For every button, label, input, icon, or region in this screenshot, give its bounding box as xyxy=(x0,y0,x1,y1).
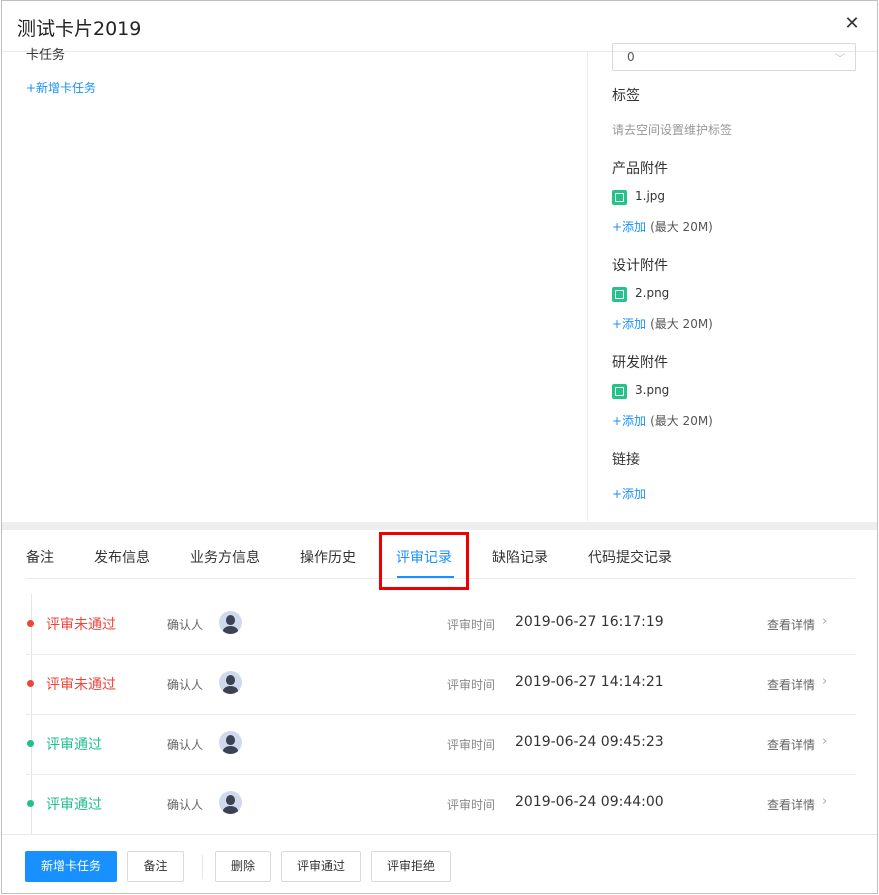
chevron-right-icon[interactable]: › xyxy=(822,674,827,689)
review-time: 2019-06-27 16:17:19 xyxy=(515,614,664,630)
avatar xyxy=(219,611,242,634)
product-attachment-title: 产品附件 xyxy=(612,161,668,177)
design-attachment-add-row: +添加 (最大 20M) xyxy=(612,315,713,332)
review-status: 评审通过 xyxy=(46,737,102,753)
file-name: 2.png xyxy=(635,286,670,300)
dev-attachment-add-row: +添加 (最大 20M) xyxy=(612,412,713,429)
add-link-link[interactable]: +添加 xyxy=(612,487,646,501)
avatar xyxy=(219,731,242,754)
confirmer-label: 确认人 xyxy=(167,618,204,632)
review-time-label: 评审时间 xyxy=(447,618,496,632)
add-card-task-button[interactable]: 新增卡任务 xyxy=(25,851,117,882)
reject-review-button[interactable]: 评审拒绝 xyxy=(371,851,451,882)
size-limit: (最大 20M) xyxy=(650,317,713,331)
card-dialog: 测试卡片2019 ✕ 卡任务 +新增卡任务 0 ﹀ 标签 请去空间设置维护标签 … xyxy=(1,0,878,894)
add-card-task-link[interactable]: +新增卡任务 xyxy=(26,79,96,96)
confirmer-label: 确认人 xyxy=(167,738,204,752)
file-name: 3.png xyxy=(635,383,670,397)
chevron-right-icon[interactable]: › xyxy=(822,734,827,749)
review-status: 评审未通过 xyxy=(46,617,116,633)
left-pane: 卡任务 +新增卡任务 xyxy=(2,48,588,521)
record-tabs: 备注 发布信息 业务方信息 操作历史 评审记录 缺陷记录 代码提交记录 xyxy=(2,530,877,590)
card-task-label: 卡任务 xyxy=(26,48,66,63)
review-record-row: 评审通过 确认人 评审时间 2019-06-24 09:44:00 查看详情 › xyxy=(26,774,856,834)
review-record-row: 评审未通过 确认人 评审时间 2019-06-27 16:17:19 查看详情 … xyxy=(26,594,856,655)
status-dot xyxy=(27,800,34,807)
review-time: 2019-06-24 09:45:23 xyxy=(515,734,664,750)
review-status: 评审未通过 xyxy=(46,677,116,693)
tab-notes[interactable]: 备注 xyxy=(26,547,54,567)
field-select[interactable]: 0 ﹀ xyxy=(612,43,856,71)
select-value: 0 xyxy=(627,50,635,64)
image-file-icon xyxy=(612,190,627,205)
view-details-link[interactable]: 查看详情 xyxy=(767,796,815,813)
avatar xyxy=(219,671,242,694)
review-time: 2019-06-27 14:14:21 xyxy=(515,674,664,690)
tab-release-info[interactable]: 发布信息 xyxy=(94,547,150,567)
file-name: 1.jpg xyxy=(635,189,666,203)
add-product-attachment-link[interactable]: +添加 xyxy=(612,220,646,234)
view-details-link[interactable]: 查看详情 xyxy=(767,616,815,633)
tags-hint: 请去空间设置维护标签 xyxy=(612,123,733,137)
chevron-right-icon[interactable]: › xyxy=(822,614,827,629)
confirmer-label: 确认人 xyxy=(167,678,204,692)
status-dot xyxy=(27,680,34,687)
review-time-label: 评审时间 xyxy=(447,738,496,752)
status-dot xyxy=(27,740,34,747)
tags-title: 标签 xyxy=(612,88,640,104)
design-attachment-title: 设计附件 xyxy=(612,258,668,274)
section-divider xyxy=(2,522,877,530)
tab-code-commits[interactable]: 代码提交记录 xyxy=(588,547,672,567)
confirmer-label: 确认人 xyxy=(167,798,204,812)
close-icon[interactable]: ✕ xyxy=(841,13,863,35)
add-design-attachment-link[interactable]: +添加 xyxy=(612,317,646,331)
view-details-link[interactable]: 查看详情 xyxy=(767,676,815,693)
review-time-label: 评审时间 xyxy=(447,798,496,812)
approve-review-button[interactable]: 评审通过 xyxy=(281,851,361,882)
product-attachment-add-row: +添加 (最大 20M) xyxy=(612,218,713,235)
dialog-footer: 新增卡任务 备注 删除 评审通过 评审拒绝 xyxy=(2,834,877,893)
chevron-down-icon: ﹀ xyxy=(835,54,845,65)
tab-business-info[interactable]: 业务方信息 xyxy=(190,547,260,567)
link-add-row: +添加 xyxy=(612,485,646,502)
highlight-box xyxy=(379,532,469,590)
chevron-right-icon[interactable]: › xyxy=(822,794,827,809)
review-status: 评审通过 xyxy=(46,797,102,813)
review-time-label: 评审时间 xyxy=(447,678,496,692)
image-file-icon xyxy=(612,287,627,302)
review-time: 2019-06-24 09:44:00 xyxy=(515,794,664,810)
link-title: 链接 xyxy=(612,452,640,468)
view-details-link[interactable]: 查看详情 xyxy=(767,736,815,753)
delete-button[interactable]: 删除 xyxy=(215,851,271,882)
tab-operation-history[interactable]: 操作历史 xyxy=(300,547,356,567)
review-record-row: 评审通过 确认人 评审时间 2019-06-24 09:45:23 查看详情 › xyxy=(26,714,856,775)
size-limit: (最大 20M) xyxy=(650,220,713,234)
review-record-row: 评审未通过 确认人 评审时间 2019-06-27 14:14:21 查看详情 … xyxy=(26,654,856,715)
image-file-icon xyxy=(612,384,627,399)
button-divider xyxy=(202,855,203,879)
right-pane: 0 ﹀ 标签 请去空间设置维护标签 产品附件 1.jpg +添加 (最大 20M)… xyxy=(588,43,877,521)
note-button[interactable]: 备注 xyxy=(127,851,184,882)
status-dot xyxy=(27,620,34,627)
tab-defect-records[interactable]: 缺陷记录 xyxy=(492,547,548,567)
dev-attachment-title: 研发附件 xyxy=(612,355,668,371)
size-limit: (最大 20M) xyxy=(650,414,713,428)
add-dev-attachment-link[interactable]: +添加 xyxy=(612,414,646,428)
avatar xyxy=(219,791,242,814)
dialog-title: 测试卡片2019 xyxy=(17,18,142,40)
